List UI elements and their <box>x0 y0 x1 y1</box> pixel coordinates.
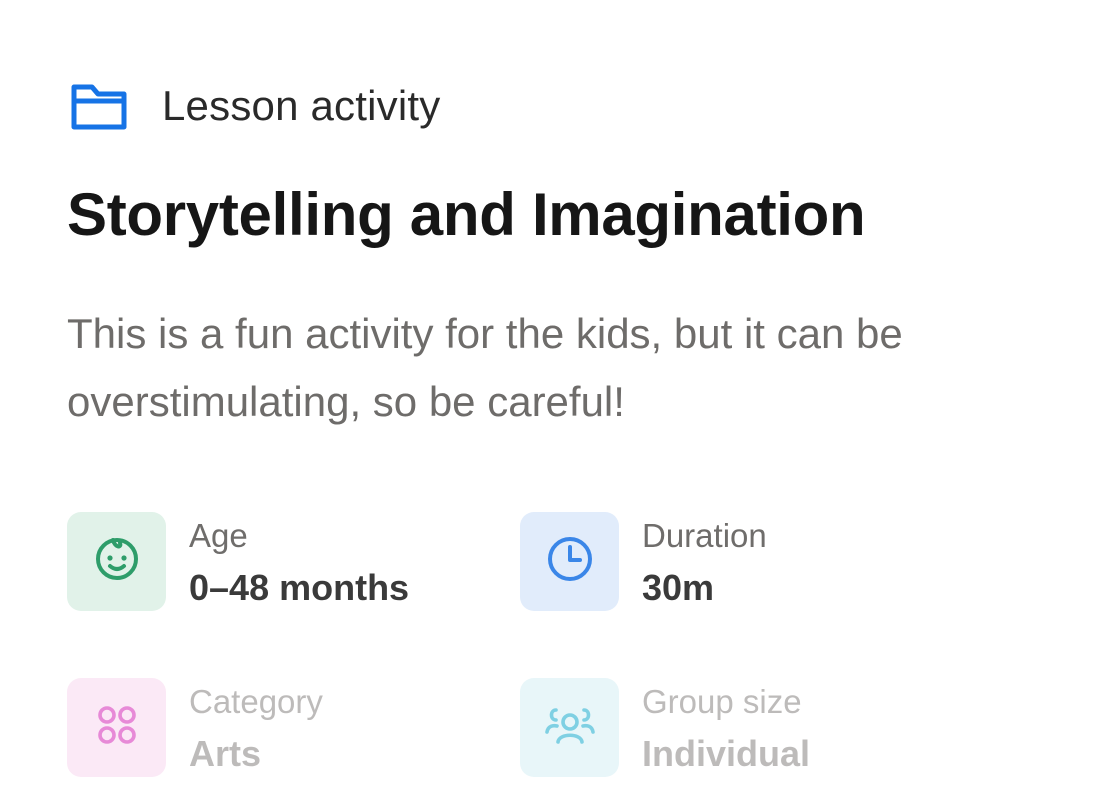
age-icon-tile <box>67 512 166 611</box>
group-size-icon-tile <box>520 678 619 777</box>
group-size-label: Group size <box>642 683 802 720</box>
meta-group-size: Group size Individual <box>520 678 810 777</box>
header-label: Lesson activity <box>162 82 441 129</box>
group-icon <box>542 702 598 753</box>
category-icon-tile <box>67 678 166 777</box>
duration-value: 30m <box>642 567 715 608</box>
baby-face-icon <box>93 535 141 588</box>
age-label: Age <box>189 517 248 554</box>
folder-icon <box>70 80 128 132</box>
age-value: 0–48 months <box>189 567 410 608</box>
category-label: Category <box>189 683 323 720</box>
meta-duration: Duration 30m <box>520 512 767 611</box>
clock-icon <box>545 534 595 589</box>
meta-category: Category Arts <box>67 678 323 777</box>
page-title: Storytelling and Imagination <box>67 181 866 248</box>
group-size-value: Individual <box>642 733 811 774</box>
category-value: Arts <box>189 733 262 774</box>
grid-circles-icon <box>94 702 140 753</box>
duration-icon-tile <box>520 512 619 611</box>
duration-label: Duration <box>642 517 767 554</box>
activity-description: This is a fun activity for the kids, but… <box>67 310 903 425</box>
meta-age: Age 0–48 months <box>67 512 409 611</box>
card-header: Lesson activity <box>70 78 440 134</box>
lesson-activity-card: Lesson activity Storytelling and Imagina… <box>0 0 1095 798</box>
